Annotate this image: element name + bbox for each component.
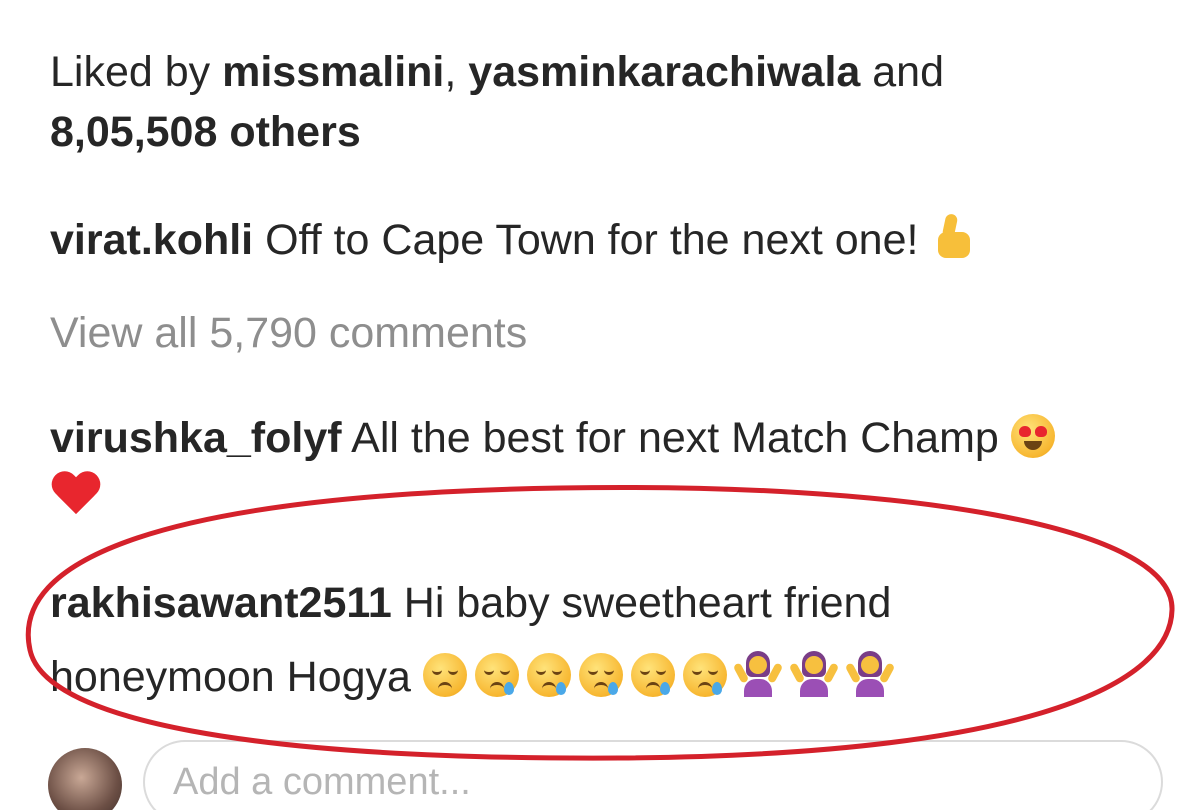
comment-username[interactable]: rakhisawant2511	[50, 579, 392, 627]
caption-username[interactable]: virat.kohli	[50, 216, 253, 264]
view-all-comments-link[interactable]: View all 5,790 comments	[50, 303, 527, 363]
woman-shrugging-icon	[844, 651, 896, 697]
sleepy-face-icon	[682, 653, 727, 697]
likes-prefix: Liked by	[50, 48, 223, 96]
liker-username-2[interactable]: yasminkarachiwala	[468, 48, 860, 96]
sleepy-face-icon	[526, 653, 571, 697]
woman-shrugging-icon	[732, 651, 784, 697]
likes-summary: Liked by missmalini, yasminkarachiwala a…	[50, 42, 944, 102]
comment-text: Hi baby sweetheart friend	[391, 579, 892, 627]
add-comment-input[interactable]	[143, 740, 1163, 810]
red-heart-icon	[50, 470, 102, 518]
woman-shrugging-icon	[788, 651, 840, 697]
avatar[interactable]	[48, 748, 122, 810]
sleepy-face-icon	[578, 653, 623, 697]
sleepy-face-icon	[474, 653, 519, 697]
pensive-face-icon	[422, 653, 467, 697]
thumbs-up-icon	[930, 212, 974, 260]
likes-count-link[interactable]: 8,05,508 others	[50, 102, 361, 162]
comment-continuation: honeymoon Hogya	[50, 647, 903, 707]
comment-continuation	[50, 470, 102, 534]
comment-text: All the best for next Match Champ	[341, 414, 1011, 462]
highlighted-comment: rakhisawant2511 Hi baby sweetheart frien…	[50, 573, 891, 633]
comment-username[interactable]: virushka_folyf	[50, 414, 342, 462]
liker-username-1[interactable]: missmalini	[222, 48, 444, 96]
comment-text: honeymoon Hogya	[50, 653, 423, 701]
sleepy-face-icon	[630, 653, 675, 697]
caption-text: Off to Cape Town for the next one!	[253, 216, 931, 264]
add-comment-bar	[48, 740, 1178, 810]
heart-eyes-icon	[1010, 414, 1055, 458]
likes-conjunction: and	[860, 48, 945, 96]
comment-item: virushka_folyf All the best for next Mat…	[50, 408, 1055, 468]
likes-separator: ,	[444, 48, 469, 96]
post-caption: virat.kohli Off to Cape Town for the nex…	[50, 210, 974, 270]
